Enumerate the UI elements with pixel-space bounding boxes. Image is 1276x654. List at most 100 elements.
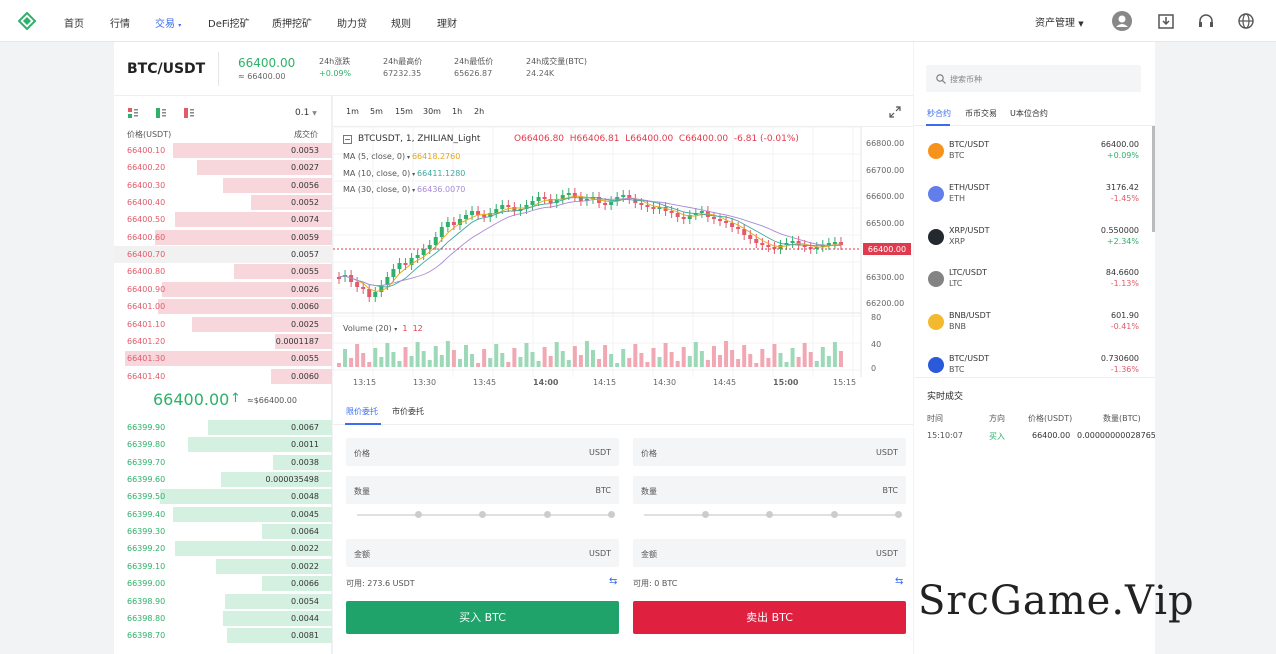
buy-percent-slider[interactable] — [357, 511, 615, 518]
sell-button[interactable]: 卖出 BTC — [633, 601, 906, 634]
volume-bar — [687, 356, 692, 367]
nav-item-loan[interactable]: 助力贷 — [337, 15, 367, 30]
buy-qty-field[interactable]: 数量 BTC — [346, 476, 619, 504]
bid-row[interactable]: 66399.30 0.0064 — [114, 523, 332, 540]
precision-select[interactable]: 0.1 ▼ — [295, 108, 317, 118]
coin-price: 0.550000 — [1100, 225, 1139, 235]
ask-row[interactable]: 66400.30 0.0056 — [114, 177, 332, 194]
slider-dot-100[interactable] — [608, 511, 615, 518]
slider-dot-50[interactable] — [479, 511, 486, 518]
orderbook-bids-icon[interactable] — [156, 108, 166, 118]
nav-item-market[interactable]: 行情 — [110, 15, 130, 30]
volume-bar — [427, 360, 432, 367]
ask-row[interactable]: 66401.10 0.0025 — [114, 316, 332, 333]
ask-row[interactable]: 66400.10 0.0053 — [114, 142, 332, 159]
tab-spot[interactable]: 币币交易 — [965, 108, 997, 119]
chevron-down-icon: ▾ — [178, 22, 182, 29]
logo-icon[interactable] — [18, 12, 36, 30]
user-avatar-icon[interactable] — [1112, 11, 1132, 31]
nav-item-finance[interactable]: 理财 — [437, 15, 457, 30]
coin-row[interactable]: BNB/USDT BNB 601.90 -0.41% — [914, 301, 1155, 344]
ask-row[interactable]: 66400.40 0.0052 — [114, 194, 332, 211]
tab-second-contract[interactable]: 秒合约 — [927, 108, 951, 119]
ask-row[interactable]: 66401.30 0.0055 — [114, 350, 332, 367]
tab-market-order[interactable]: 市价委托 — [392, 406, 424, 417]
ask-row[interactable]: 66400.60 0.0059 — [114, 229, 332, 246]
sell-price-label: 价格 — [641, 449, 657, 458]
timeframe-1h[interactable]: 1h — [452, 107, 462, 116]
bid-row[interactable]: 66398.80 0.0044 — [114, 610, 332, 627]
volume-bar — [409, 356, 414, 367]
transfer-icon[interactable]: ⇆ — [895, 576, 903, 587]
trade-time: 15:10:07 — [927, 431, 963, 440]
slider-dot-25[interactable] — [702, 511, 709, 518]
search-input[interactable]: 搜索币种 — [926, 65, 1141, 92]
candle-body — [645, 205, 650, 207]
ask-row[interactable]: 66401.20 0.0001187 — [114, 333, 332, 350]
slider-dot-75[interactable] — [831, 511, 838, 518]
order-price: 66400.90 — [127, 284, 166, 294]
globe-icon[interactable] — [1237, 12, 1255, 30]
buy-price-field[interactable]: 价格 USDT — [346, 438, 619, 466]
symbol-title[interactable]: BTC/USDT — [127, 61, 205, 77]
volume-bar — [385, 343, 390, 367]
download-icon[interactable] — [1157, 12, 1175, 30]
sell-price-field[interactable]: 价格 USDT — [633, 438, 906, 466]
nav-item-defi[interactable]: DeFi挖矿 — [208, 15, 250, 30]
sell-percent-slider[interactable] — [644, 511, 902, 518]
bid-row[interactable]: 66399.70 0.0038 — [114, 454, 332, 471]
timeframe-30m[interactable]: 30m — [423, 107, 441, 116]
nav-item-trade[interactable]: 交易 ▾ — [155, 15, 181, 30]
bid-row[interactable]: 66399.50 0.0048 — [114, 488, 332, 505]
ask-row[interactable]: 66400.90 0.0026 — [114, 281, 332, 298]
ask-row[interactable]: 66400.50 0.0074 — [114, 211, 332, 228]
volume-bar — [609, 354, 614, 367]
x-tick-label: 14:30 — [653, 378, 676, 387]
y-tick-label: 66700.00 — [866, 166, 904, 175]
ask-row[interactable]: 66400.70 0.0057 — [114, 246, 332, 264]
timeframe-1m[interactable]: 1m — [346, 107, 359, 116]
bid-row[interactable]: 66398.70 0.0081 — [114, 627, 332, 644]
candlestick-chart[interactable]: 66400.00 66800.00 66700.00 66600.00 66500.00… — [333, 127, 913, 397]
ask-row[interactable]: 66400.20 0.0027 — [114, 159, 332, 176]
bid-row[interactable]: 66399.00 0.0066 — [114, 575, 332, 592]
buy-amount-field[interactable]: 金额 USDT — [346, 539, 619, 567]
tab-usdt-futures[interactable]: U本位合约 — [1010, 108, 1048, 119]
bid-row[interactable]: 66399.10 0.0022 — [114, 558, 332, 575]
collapse-icon[interactable] — [343, 135, 352, 144]
nav-item-rules[interactable]: 规则 — [391, 15, 411, 30]
coin-row[interactable]: BTC/USDT BTC 66400.00 +0.09% — [914, 130, 1155, 173]
fullscreen-icon[interactable] — [889, 106, 901, 118]
timeframe-5m[interactable]: 5m — [370, 107, 383, 116]
ask-row[interactable]: 66401.00 0.0060 — [114, 298, 332, 315]
slider-dot-75[interactable] — [544, 511, 551, 518]
timeframe-15m[interactable]: 15m — [395, 107, 413, 116]
buy-button[interactable]: 买入 BTC — [346, 601, 619, 634]
bid-row[interactable]: 66399.80 0.0011 — [114, 436, 332, 453]
coin-row[interactable]: ETH/USDT ETH 3176.42 -1.45% — [914, 173, 1155, 216]
coin-row[interactable]: BTC/USDT BTC 0.730600 -1.36% — [914, 344, 1155, 387]
headset-icon[interactable] — [1197, 12, 1215, 30]
orderbook-both-icon[interactable] — [128, 108, 138, 118]
bid-row[interactable]: 66399.40 0.0045 — [114, 506, 332, 523]
asset-management-menu[interactable]: 资产管理 ▼ — [1035, 14, 1084, 29]
bid-row[interactable]: 66399.20 0.0022 — [114, 540, 332, 557]
nav-item-staking[interactable]: 质押挖矿 — [272, 15, 312, 30]
slider-dot-25[interactable] — [415, 511, 422, 518]
tab-limit-order[interactable]: 限价委托 — [346, 406, 378, 417]
sell-qty-field[interactable]: 数量 BTC — [633, 476, 906, 504]
coin-row[interactable]: XRP/USDT XRP 0.550000 +2.34% — [914, 216, 1155, 259]
slider-dot-50[interactable] — [766, 511, 773, 518]
bid-row[interactable]: 66398.90 0.0054 — [114, 593, 332, 610]
ask-row[interactable]: 66400.80 0.0055 — [114, 263, 332, 280]
bid-row[interactable]: 66399.90 0.0067 — [114, 419, 332, 436]
coin-row[interactable]: LTC/USDT LTC 84.6600 -1.13% — [914, 258, 1155, 301]
ask-row[interactable]: 66401.40 0.0060 — [114, 368, 332, 385]
transfer-icon[interactable]: ⇆ — [609, 576, 617, 587]
timeframe-2h[interactable]: 2h — [474, 107, 484, 116]
nav-item-home[interactable]: 首页 — [64, 15, 84, 30]
slider-dot-100[interactable] — [895, 511, 902, 518]
orderbook-asks-icon[interactable] — [184, 108, 194, 118]
bid-row[interactable]: 66399.60 0.000035498 — [114, 471, 332, 488]
sell-amount-field[interactable]: 金额 USDT — [633, 539, 906, 567]
